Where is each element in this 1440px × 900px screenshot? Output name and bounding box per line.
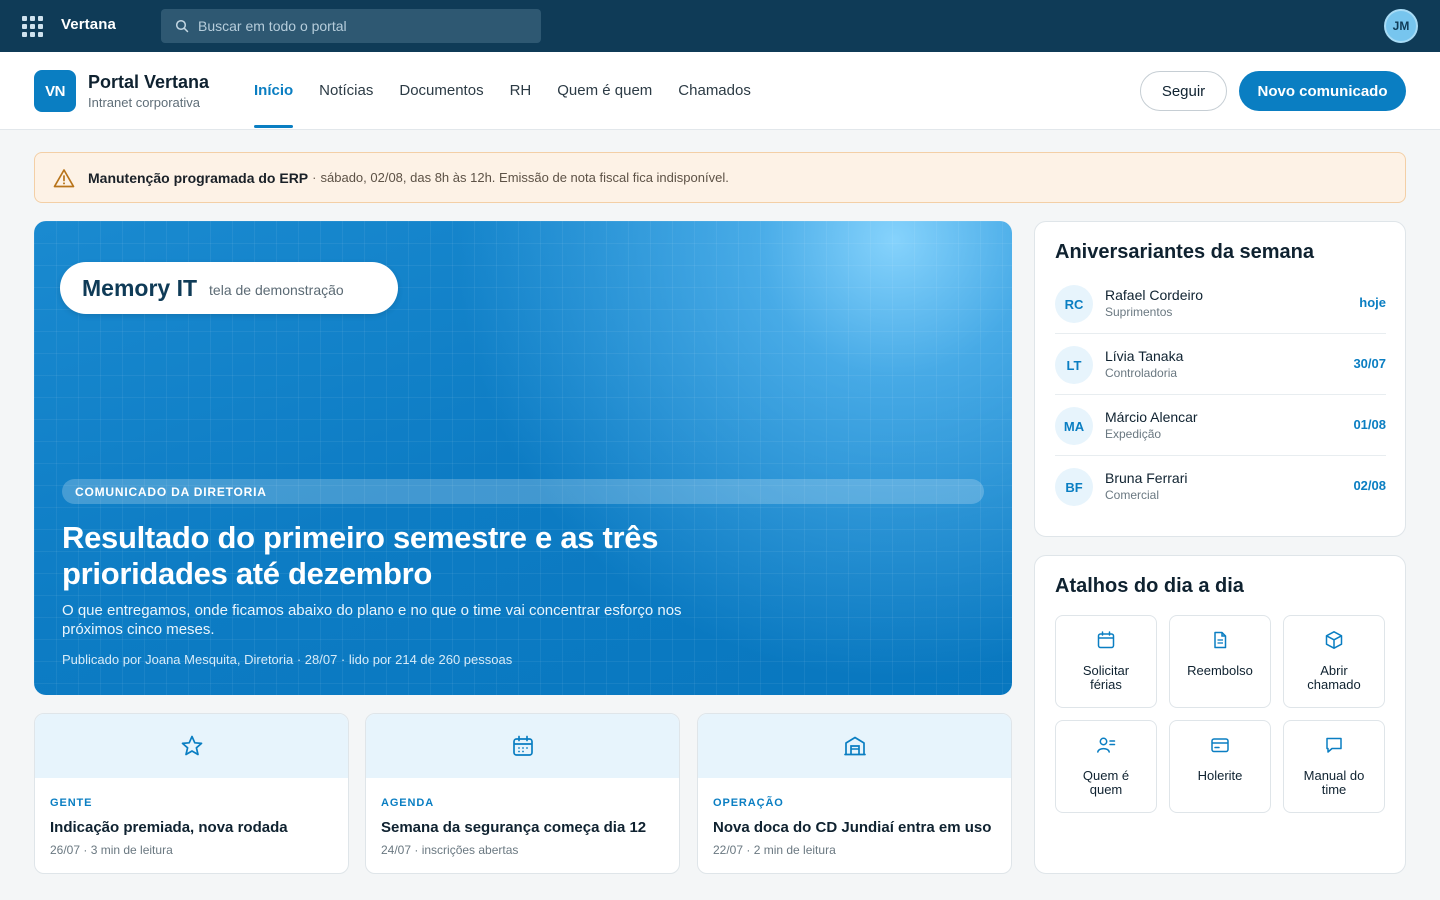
star-icon (181, 735, 202, 756)
alert-separator: · (312, 170, 317, 185)
calendar-icon (1097, 631, 1115, 649)
birthday-department: Expedição (1105, 427, 1162, 441)
card-title[interactable]: Semana da segurança começa dia 12 (381, 819, 646, 836)
search-input[interactable] (198, 18, 518, 34)
alert-text: sábado, 02/08, das 8h às 12h. Emissão de… (320, 170, 729, 185)
avatar: BF (1055, 468, 1093, 506)
nav-documentos[interactable]: Documentos (399, 52, 483, 130)
birthday-department: Controladoria (1105, 366, 1178, 380)
nav-noticias[interactable]: Notícias (319, 52, 373, 130)
alert-title: Manutenção programada do ERP (88, 169, 309, 186)
birthday-name: Bruna Ferrari (1105, 470, 1188, 486)
hero-description: O que entregamos, onde ficamos abaixo do… (62, 602, 682, 638)
shortcut-label: Abrir chamado (1307, 663, 1361, 692)
shortcut-quem-e-quem[interactable]: Quem é quem (1055, 720, 1157, 813)
card-header (698, 714, 1011, 778)
card-title[interactable]: Indicação premiada, nova rodada (50, 819, 288, 836)
demo-badge: Memory IT tela de demonstração (60, 262, 398, 314)
card-header (35, 714, 348, 778)
card-meta: 24/07 · inscrições abertas (381, 843, 519, 857)
shortcut-label: Reembolso (1187, 663, 1253, 678)
nav-rh[interactable]: RH (510, 52, 532, 130)
follow-button[interactable]: Seguir (1140, 71, 1227, 111)
shortcut-abrir-chamado[interactable]: Abrir chamado (1283, 615, 1385, 708)
hero-meta: Publicado por Joana Mesquita, Diretoria … (62, 652, 513, 667)
birthday-name: Lívia Tanaka (1105, 348, 1184, 364)
calendar-icon (512, 735, 533, 756)
birthday-date: 02/08 (1353, 478, 1386, 493)
card-header (366, 714, 679, 778)
card-category: OPERAÇÃO (713, 797, 784, 809)
birthday-row[interactable]: RC Rafael Cordeiro Suprimentos hoje (1055, 273, 1386, 334)
document-icon (1214, 631, 1227, 649)
avatar: RC (1055, 285, 1093, 323)
shortcut-label: Holerite (1197, 768, 1243, 783)
warning-icon (53, 168, 75, 188)
warehouse-icon (843, 736, 866, 756)
portal-title: Portal Vertana (88, 72, 210, 92)
shortcut-solicitar-ferias[interactable]: Solicitar férias (1055, 615, 1157, 708)
chat-icon (1326, 737, 1342, 753)
nav-chamados[interactable]: Chamados (678, 52, 751, 130)
card-title[interactable]: Nova doca do CD Jundiaí entra em uso (713, 819, 991, 836)
maintenance-alert: Manutenção programada do ERP · sábado, 0… (34, 152, 1406, 203)
people-icon (1097, 737, 1116, 753)
shortcut-label: Quem é quem (1082, 768, 1130, 797)
new-announcement-button[interactable]: Novo comunicado (1239, 71, 1406, 111)
card-icon (1211, 738, 1229, 753)
birthdays-title: Aniversariantes da semana (1055, 241, 1315, 263)
avatar: MA (1055, 407, 1093, 445)
brand-name[interactable]: Vertana (61, 16, 116, 33)
shortcut-reembolso[interactable]: Reembolso (1169, 615, 1271, 708)
birthday-name: Rafael Cordeiro (1105, 287, 1204, 303)
main-nav: Início Notícias Documentos RH Quem é que… (254, 52, 777, 130)
card-category: GENTE (50, 797, 93, 809)
portal-logo[interactable]: VN (34, 70, 76, 112)
news-card-agenda[interactable]: AGENDA Semana da segurança começa dia 12… (365, 713, 680, 874)
shortcut-manual-do-time[interactable]: Manual do time (1283, 720, 1385, 813)
demo-badge-title: Memory IT (82, 274, 198, 301)
shortcuts-panel: Atalhos do dia a dia Solicitar férias Ree… (1034, 555, 1406, 874)
top-bar: Vertana JM (0, 0, 1440, 52)
hero-title[interactable]: Resultado do primeiro semestre e as três… (62, 520, 702, 592)
user-avatar[interactable]: JM (1384, 9, 1418, 43)
search-icon (175, 19, 189, 33)
news-card-operacao[interactable]: OPERAÇÃO Nova doca do CD Jundiaí entra e… (697, 713, 1012, 874)
shortcut-label: Manual do time (1303, 768, 1365, 797)
hero-category-tag: COMUNICADO DA DIRETORIA (62, 479, 984, 504)
portal-subtitle: Intranet corporativa (88, 95, 201, 110)
search-box[interactable] (161, 9, 541, 43)
birthday-row[interactable]: BF Bruna Ferrari Comercial 02/08 (1055, 456, 1386, 517)
card-category: AGENDA (381, 797, 435, 809)
avatar: LT (1055, 346, 1093, 384)
birthdays-panel: Aniversariantes da semana RC Rafael Cord… (1034, 221, 1406, 537)
shortcut-label: Solicitar férias (1082, 663, 1130, 692)
birthday-date: hoje (1359, 295, 1386, 310)
card-meta: 26/07 · 3 min de leitura (50, 843, 173, 857)
news-card-gente[interactable]: GENTE Indicação premiada, nova rodada 26… (34, 713, 349, 874)
portal-header: VN Portal Vertana Intranet corporativa I… (0, 52, 1440, 130)
shortcuts-title: Atalhos do dia a dia (1055, 575, 1244, 597)
apps-grid-icon[interactable] (22, 16, 43, 37)
birthday-department: Comercial (1105, 488, 1160, 502)
birthday-row[interactable]: MA Márcio Alencar Expedição 01/08 (1055, 395, 1386, 456)
birthday-department: Suprimentos (1105, 305, 1173, 319)
box-icon (1325, 631, 1343, 649)
shortcut-holerite[interactable]: Holerite (1169, 720, 1271, 813)
birthday-name: Márcio Alencar (1105, 409, 1198, 425)
birthday-row[interactable]: LT Lívia Tanaka Controladoria 30/07 (1055, 334, 1386, 395)
nav-inicio[interactable]: Início (254, 52, 294, 130)
hero-announcement[interactable]: Memory IT tela de demonstração COMUNICAD… (34, 221, 1012, 695)
card-meta: 22/07 · 2 min de leitura (713, 843, 836, 857)
birthday-date: 30/07 (1353, 356, 1386, 371)
demo-badge-subtitle: tela de demonstração (209, 282, 344, 298)
birthday-date: 01/08 (1353, 417, 1386, 432)
nav-quem-e-quem[interactable]: Quem é quem (557, 52, 652, 130)
